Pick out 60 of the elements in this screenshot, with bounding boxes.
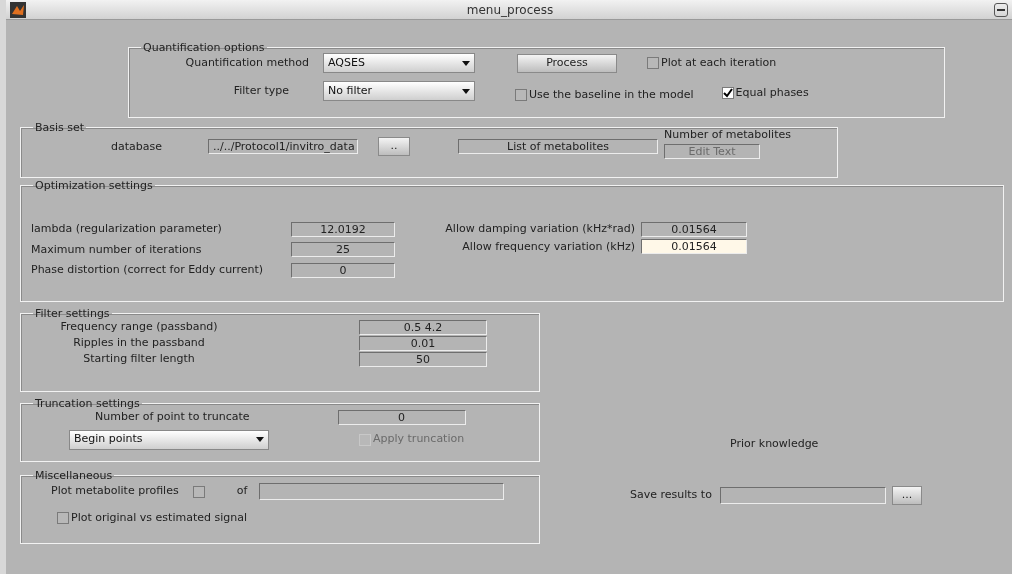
checkbox-label: Equal phases	[735, 85, 809, 101]
checkbox[interactable]	[721, 87, 734, 100]
field-label: Allow frequency variation (kHz)	[461, 238, 636, 255]
text-field[interactable]: List of metabolites	[458, 139, 658, 154]
text-field[interactable]: 0	[291, 262, 395, 278]
field-label: Phase distortion (correct for Eddy current)	[30, 262, 265, 278]
field-label: database	[111, 139, 162, 155]
text-field[interactable]: 0.01564	[641, 221, 747, 237]
checkbox-label: Plot original vs estimated signal	[71, 510, 247, 526]
group-title: Basis set	[34, 122, 86, 133]
push-button[interactable]: ...	[891, 485, 922, 505]
push-button[interactable]: ..	[378, 137, 410, 156]
group-title: Truncation settings	[34, 398, 141, 409]
field-label: Quantification method	[184, 54, 309, 71]
field-label: Maximum number of iterations	[30, 241, 203, 258]
push-button[interactable]: Process	[517, 53, 617, 73]
minimize-button[interactable]	[994, 2, 1008, 17]
caret-icon	[462, 60, 470, 66]
dropdown[interactable]: No filter	[323, 81, 475, 102]
field-label: Number of point to truncate	[95, 409, 250, 425]
text-field[interactable]: ../../Protocol1/invitro_data	[208, 139, 358, 154]
text-field[interactable]	[719, 486, 886, 504]
field-label: Allow damping variation (kHz*rad)	[445, 221, 636, 237]
checkbox[interactable]	[192, 485, 205, 498]
field-label: Plot metabolite profiles	[51, 483, 179, 500]
checkmark-icon	[722, 88, 733, 99]
text-field[interactable]: 0	[337, 409, 466, 425]
text-field[interactable]: 12.0192	[291, 221, 395, 237]
checkbox[interactable]	[647, 57, 659, 69]
field-label: lambda (regularization parameter)	[30, 221, 223, 237]
field-label: Save results to	[630, 486, 712, 503]
dropdown[interactable]: Begin points	[69, 429, 269, 450]
text-field[interactable]: 0.5 4.2	[359, 319, 487, 335]
field-label: of	[236, 483, 248, 500]
checkbox-label: Plot at each iteration	[661, 54, 777, 71]
field-label: Prior knowledge	[730, 436, 820, 452]
checkbox[interactable]	[57, 512, 69, 525]
dropdown[interactable]: AQSES	[323, 53, 475, 73]
group-title: Filter settings	[34, 308, 111, 319]
caret-icon	[256, 437, 264, 442]
group-title: Miscellaneous	[34, 470, 114, 481]
field-label: Frequency range (passband)	[59, 319, 219, 335]
field-label: Number of metabolites	[664, 127, 791, 143]
app-logo-icon	[10, 1, 26, 18]
checkbox-label: Apply truncation	[373, 431, 465, 448]
caret-icon	[462, 88, 470, 94]
text-field[interactable]: 0.01564	[641, 239, 747, 255]
text-field[interactable]	[259, 483, 505, 500]
text-field[interactable]: 0.01	[359, 335, 487, 351]
text-field[interactable]: 50	[359, 351, 487, 367]
group-title: Quantification options	[142, 42, 266, 53]
field-label: Starting filter length	[82, 350, 196, 367]
field-label: Filter type	[232, 83, 290, 99]
group-title: Optimization settings	[34, 180, 154, 191]
field-label: Ripples in the passband	[72, 334, 206, 351]
text-field[interactable]: 25	[291, 242, 395, 258]
minimize-icon	[997, 8, 1005, 11]
checkbox[interactable]	[515, 89, 527, 102]
window-title: menu_process	[466, 1, 554, 19]
checkbox-label: Use the baseline in the model	[529, 87, 694, 103]
